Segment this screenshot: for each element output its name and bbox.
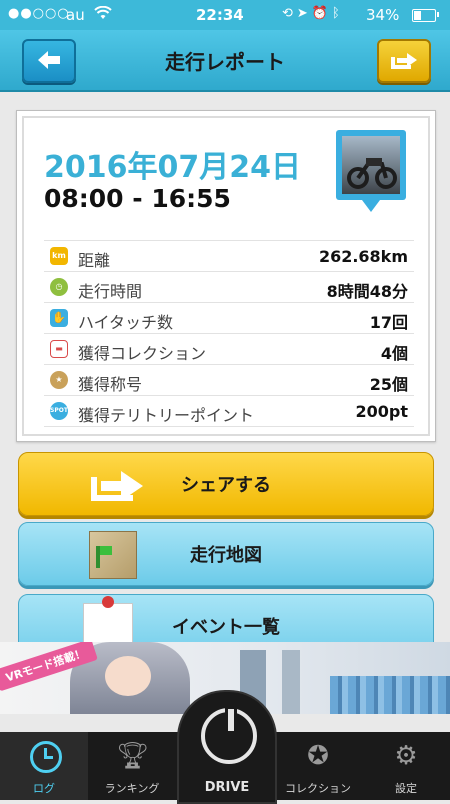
tab-log-label: ログ xyxy=(33,782,55,795)
character-face xyxy=(105,656,151,696)
drive-map-label: 走行地図 xyxy=(190,545,262,566)
tab-collection-label: コレクション xyxy=(285,782,351,795)
motorcycle-photo xyxy=(342,136,400,194)
stat-row-high-five: ✋ ハイタッチ数 17回 xyxy=(44,302,414,333)
tab-settings-label: 設定 xyxy=(395,782,417,795)
share-button-label: シェアする xyxy=(181,475,271,496)
bookshelf xyxy=(330,676,450,714)
power-icon xyxy=(201,706,257,764)
battery-level xyxy=(414,11,421,20)
report-card-inner: 2016年07月24日 08:00 - 16:55 km 距離 262.68km… xyxy=(22,116,430,436)
stats-list: km 距離 262.68km ◷ 走行時間 8時間48分 ✋ ハイタッチ数 17… xyxy=(44,240,414,427)
status-icons: ⟲➤⏰ᛒ xyxy=(282,6,344,21)
bluetooth-icon: ᛒ xyxy=(332,6,344,21)
stat-value: 17回 xyxy=(369,313,408,332)
km-icon: km xyxy=(50,247,68,265)
battery-percent: 34% xyxy=(366,6,400,24)
report-date: 2016年07月24日 xyxy=(44,150,301,185)
gear-icon: ⚙ xyxy=(394,741,418,771)
stat-row-drive-time: ◷ 走行時間 8時間48分 xyxy=(44,271,414,302)
stat-row-distance: km 距離 262.68km xyxy=(44,240,414,271)
stat-value: 8時間48分 xyxy=(326,282,408,301)
pin-tip xyxy=(362,200,380,212)
tab-collection[interactable]: ✪ コレクション xyxy=(274,732,362,800)
trophy-icon: 🏆︎ xyxy=(116,741,150,771)
star-medal-icon: ✪ xyxy=(307,741,329,771)
tab-settings[interactable]: ⚙ 設定 xyxy=(362,732,450,800)
stat-label: ハイタッチ数 xyxy=(78,313,174,332)
battery-tip xyxy=(437,12,439,17)
car-icon: ▬ xyxy=(50,340,68,358)
stat-label: 距離 xyxy=(78,251,111,270)
drive-map-button[interactable]: 走行地図 xyxy=(18,522,434,586)
stat-value: 200pt xyxy=(355,402,409,421)
event-list-label: イベント一覧 xyxy=(172,617,280,638)
share-icon xyxy=(379,46,429,79)
stat-label: 獲得称号 xyxy=(78,375,143,394)
drive-button[interactable]: DRIVE xyxy=(177,690,277,804)
stat-value: 4個 xyxy=(380,344,408,363)
stat-label: 走行時間 xyxy=(78,282,143,301)
header-share-button[interactable] xyxy=(377,39,431,83)
tab-log[interactable]: ログ xyxy=(0,732,88,800)
rotation-lock-icon: ⟲ xyxy=(282,6,297,21)
report-time-range: 08:00 - 16:55 xyxy=(44,184,231,213)
status-bar: ●●○○○ au 22:34 ⟲➤⏰ᛒ 34% xyxy=(0,0,450,30)
clock-icon xyxy=(30,741,62,773)
stat-value: 25個 xyxy=(369,375,408,394)
stat-value: 262.68km xyxy=(318,247,408,266)
clock-icon: ◷ xyxy=(50,278,68,296)
clock-time: 22:34 xyxy=(196,6,244,24)
stat-row-territory: SPOT 獲得テリトリーポイント 200pt xyxy=(44,395,414,427)
location-icon: ➤ xyxy=(296,6,312,21)
tab-ranking[interactable]: 🏆︎ ランキング xyxy=(88,732,176,800)
pushpin-icon xyxy=(102,596,114,608)
header-bar: 走行レポート xyxy=(0,30,450,92)
wifi-icon xyxy=(94,5,112,24)
stat-label: 獲得コレクション xyxy=(78,344,207,363)
signal-strength: ●●○○○ xyxy=(8,6,70,21)
report-card: 2016年07月24日 08:00 - 16:55 km 距離 262.68km… xyxy=(16,110,436,442)
drive-label: DRIVE xyxy=(204,780,250,795)
stat-row-collection: ▬ 獲得コレクション 4個 xyxy=(44,333,414,364)
medal-icon: ★ xyxy=(50,371,68,389)
photo-pin[interactable] xyxy=(336,130,406,212)
stat-label: 獲得テリトリーポイント xyxy=(78,406,255,425)
building xyxy=(282,650,300,714)
battery-icon xyxy=(412,9,436,22)
high-five-icon: ✋ xyxy=(50,309,68,327)
carrier-name: au xyxy=(66,6,85,24)
alarm-icon: ⏰ xyxy=(311,6,332,21)
tab-ranking-label: ランキング xyxy=(104,782,160,795)
spot-icon: SPOT xyxy=(50,402,68,420)
share-button[interactable]: シェアする xyxy=(18,452,434,516)
stat-row-titles: ★ 獲得称号 25個 xyxy=(44,364,414,395)
